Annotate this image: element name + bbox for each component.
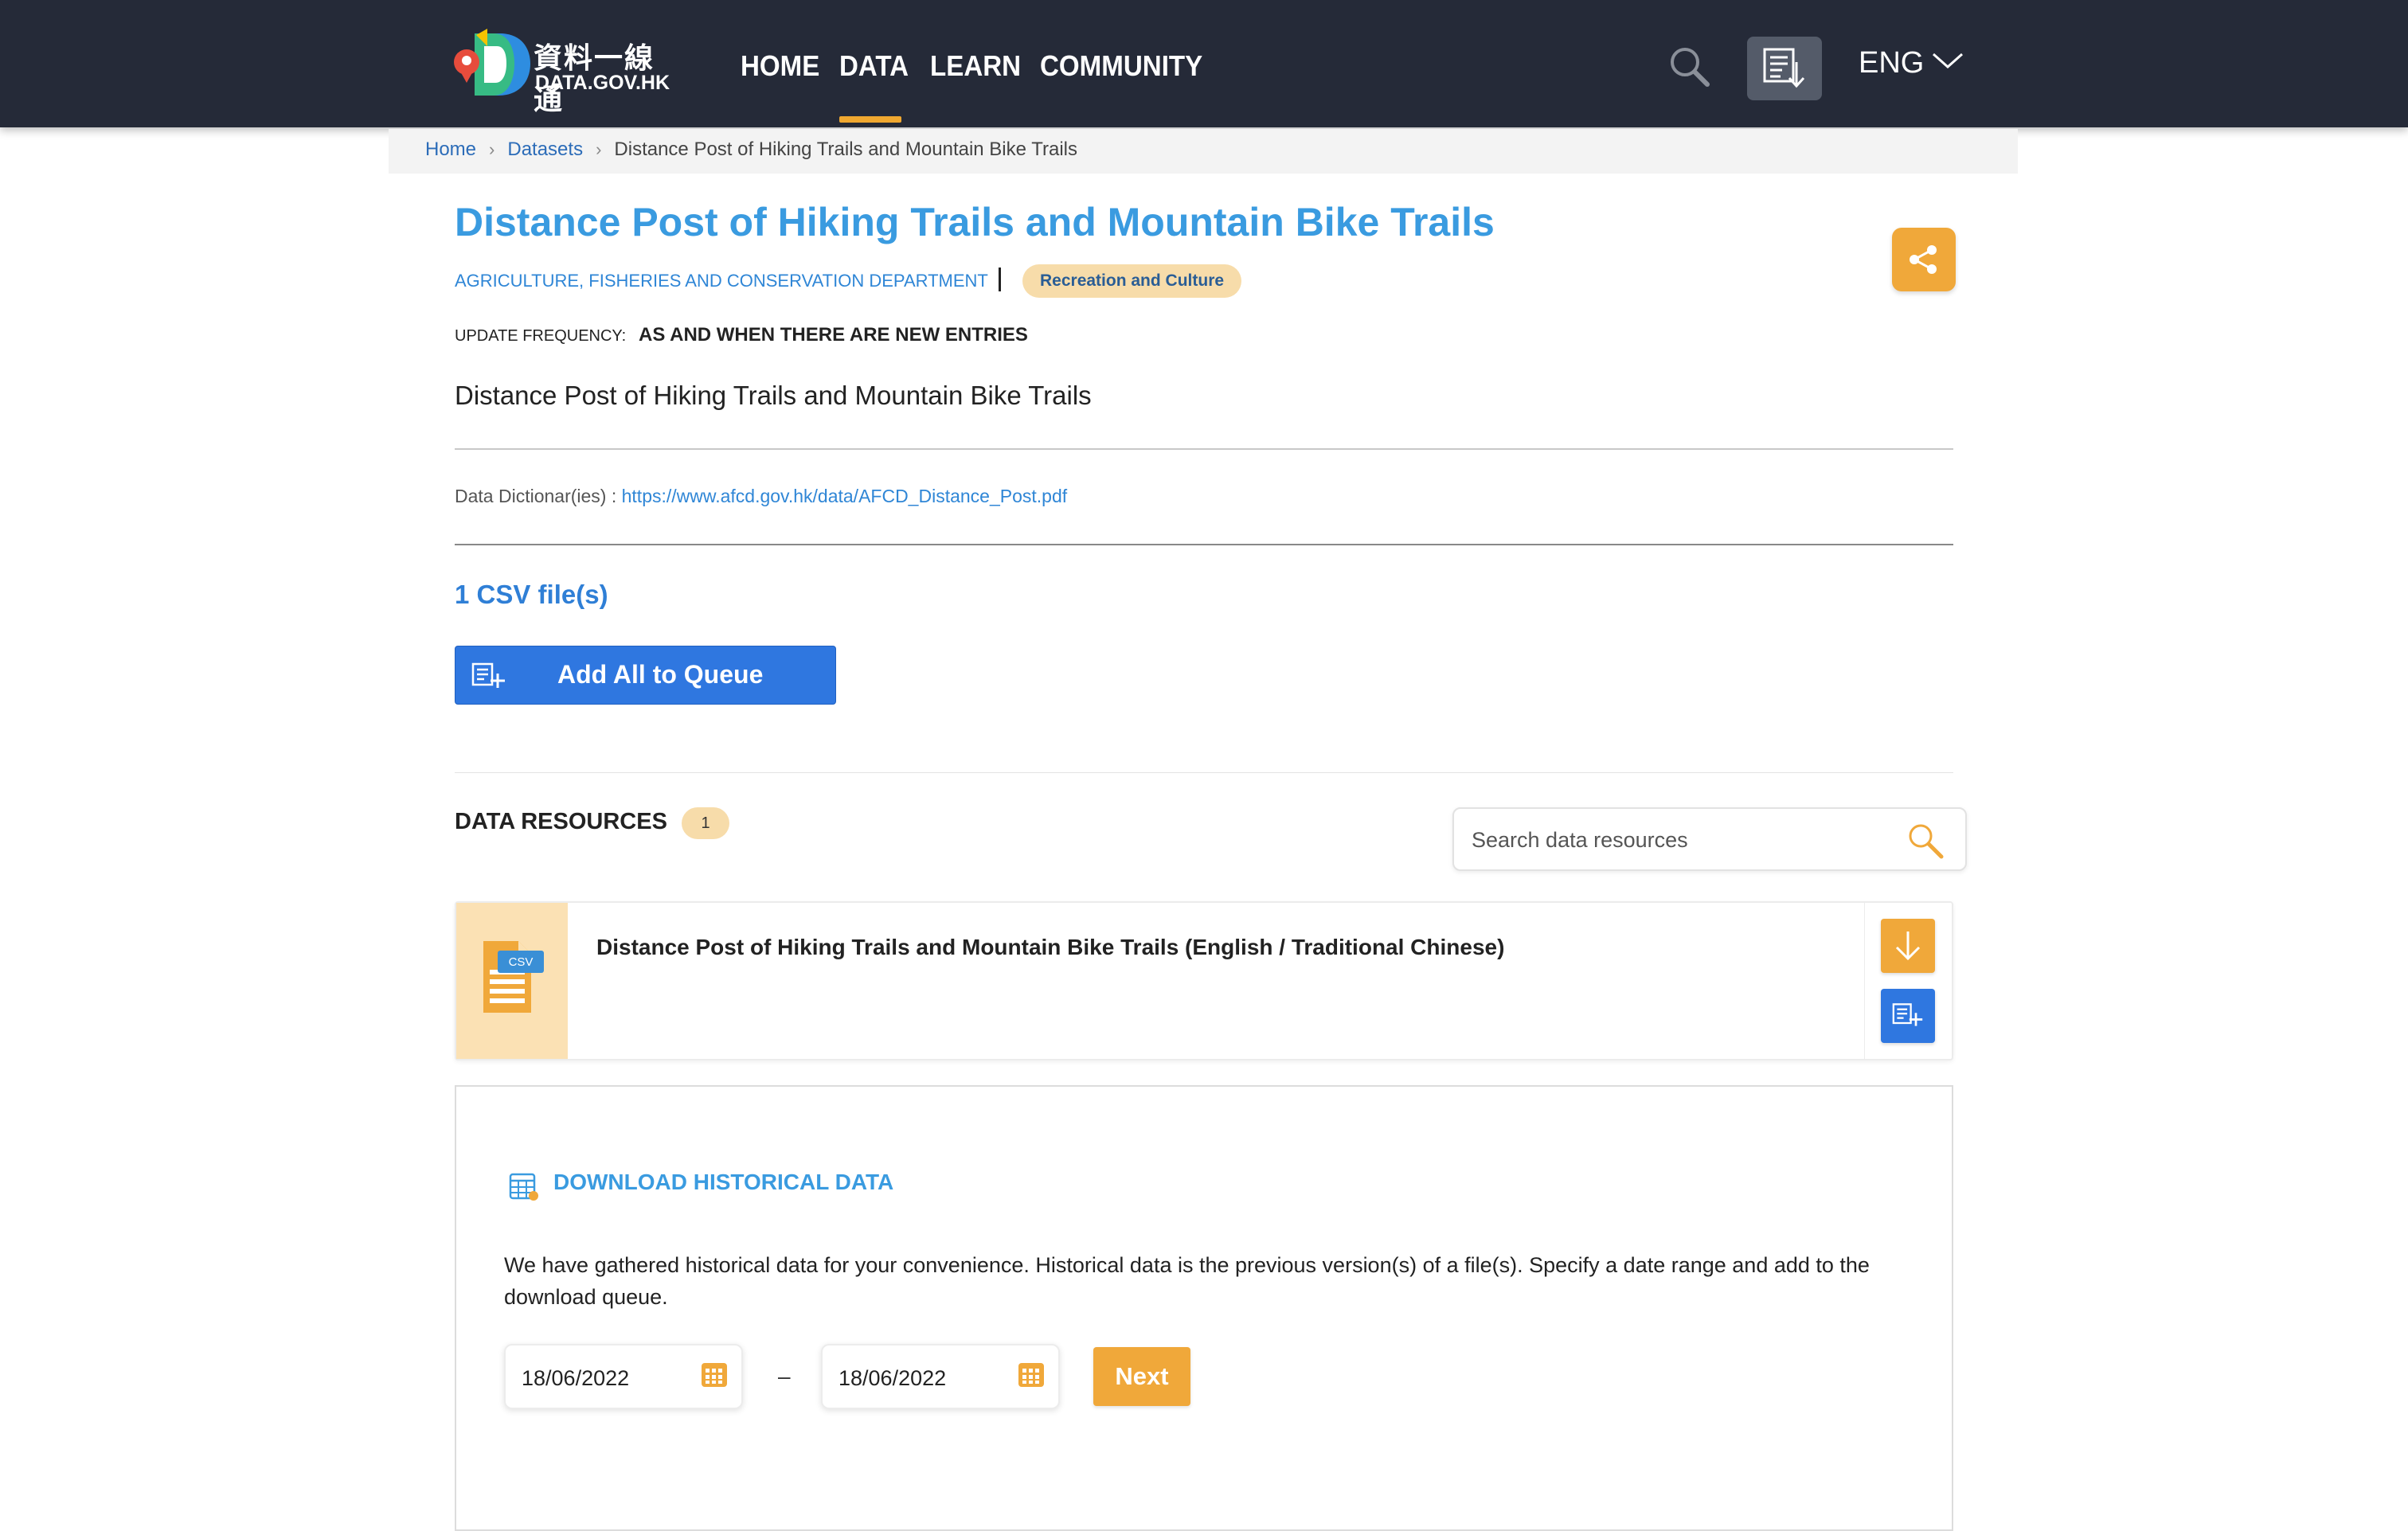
update-frequency-label: UPDATE FREQUENCY: (455, 327, 627, 345)
download-queue-icon (1763, 48, 1805, 88)
add-queue-icon (471, 662, 505, 688)
start-date-input[interactable] (520, 1360, 682, 1396)
language-label: ENG (1859, 46, 1925, 80)
breadcrumb-current: Distance Post of Hiking Trails and Mount… (614, 139, 1077, 160)
historical-data-panel: DOWNLOAD HISTORICAL DATA We have gathere… (455, 1085, 1953, 1531)
next-button[interactable]: Next (1093, 1347, 1190, 1406)
divider (455, 448, 1953, 450)
nav-active-indicator (839, 116, 901, 123)
resource-card: CSV Distance Post of Hiking Trails and M… (455, 901, 1953, 1060)
share-icon (1910, 245, 1937, 274)
breadcrumb-home[interactable]: Home (425, 139, 476, 161)
dataset-description: Distance Post of Hiking Trails and Mount… (455, 381, 1092, 410)
historical-data-heading: DOWNLOAD HISTORICAL DATA (553, 1170, 894, 1194)
chevron-right-icon: › (596, 139, 602, 159)
file-count: 1 CSV file(s) (455, 580, 608, 609)
data-resources-heading: DATA RESOURCES (455, 809, 667, 834)
search-icon[interactable] (1667, 45, 1712, 89)
nav-community[interactable]: COMMUNITY (1040, 49, 1202, 83)
download-icon (1895, 931, 1921, 961)
share-button[interactable] (1892, 228, 1956, 291)
breadcrumb-bar: Home › Datasets › Distance Post of Hikin… (389, 129, 2018, 174)
chevron-down-icon (1933, 53, 1963, 69)
divider (455, 772, 1953, 773)
department-link[interactable]: AGRICULTURE, FISHERIES AND CONSERVATION … (455, 271, 988, 291)
date-range-separator: – (778, 1364, 791, 1388)
resource-format-cell: CSV (456, 903, 568, 1059)
divider (455, 544, 1953, 545)
resource-actions (1864, 903, 1953, 1059)
nav-home[interactable]: HOME (741, 49, 819, 83)
start-date-field (504, 1344, 743, 1409)
logo-icon (454, 29, 530, 96)
page-title: Distance Post of Hiking Trails and Mount… (455, 200, 1495, 244)
data-dictionary: Data Dictionar(ies) : https://www.afcd.g… (455, 486, 1067, 507)
language-selector[interactable]: ENG (1859, 46, 1963, 80)
search-input[interactable] (1470, 820, 1887, 860)
divider (999, 268, 1001, 291)
calendar-icon (509, 1173, 538, 1201)
breadcrumb: Home › Datasets › Distance Post of Hikin… (425, 139, 1077, 161)
category-badge[interactable]: Recreation and Culture (1022, 264, 1242, 298)
nav-learn[interactable]: LEARN (930, 49, 1021, 83)
end-date-field (821, 1344, 1060, 1409)
calendar-icon[interactable] (1017, 1360, 1046, 1388)
csv-file-icon: CSV (483, 941, 544, 1013)
nav-data[interactable]: DATA (839, 49, 909, 83)
chevron-right-icon: › (489, 139, 495, 159)
data-dictionary-link[interactable]: https://www.afcd.gov.hk/data/AFCD_Distan… (622, 486, 1068, 506)
add-to-queue-button[interactable] (1881, 989, 1935, 1043)
add-all-to-queue-button[interactable]: Add All to Queue (455, 646, 836, 705)
add-queue-icon (1892, 1003, 1923, 1026)
update-frequency-value: AS AND WHEN THERE ARE NEW ENTRIES (639, 324, 1028, 346)
breadcrumb-datasets[interactable]: Datasets (507, 139, 583, 161)
site-logo[interactable]: 資料一線通 DATA.GOV.HK (452, 24, 675, 116)
search-icon[interactable] (1906, 822, 1945, 860)
end-date-input[interactable] (837, 1360, 999, 1396)
calendar-icon[interactable] (700, 1360, 729, 1388)
data-resources-count-badge: 1 (682, 807, 729, 839)
add-all-to-queue-label: Add All to Queue (557, 660, 764, 689)
csv-format-label: CSV (509, 955, 534, 969)
data-dictionary-label: Data Dictionar(ies) : (455, 486, 617, 506)
top-navbar: 資料一線通 DATA.GOV.HK HOME DATA LEARN COMMUN… (0, 0, 2408, 127)
download-button[interactable] (1881, 919, 1935, 973)
historical-data-description: We have gathered historical data for you… (504, 1253, 1870, 1309)
data-resources-search (1452, 807, 1967, 871)
download-queue-button[interactable] (1747, 37, 1822, 100)
resource-title[interactable]: Distance Post of Hiking Trails and Mount… (596, 935, 1504, 960)
logo-english-text: DATA.GOV.HK (535, 72, 670, 94)
